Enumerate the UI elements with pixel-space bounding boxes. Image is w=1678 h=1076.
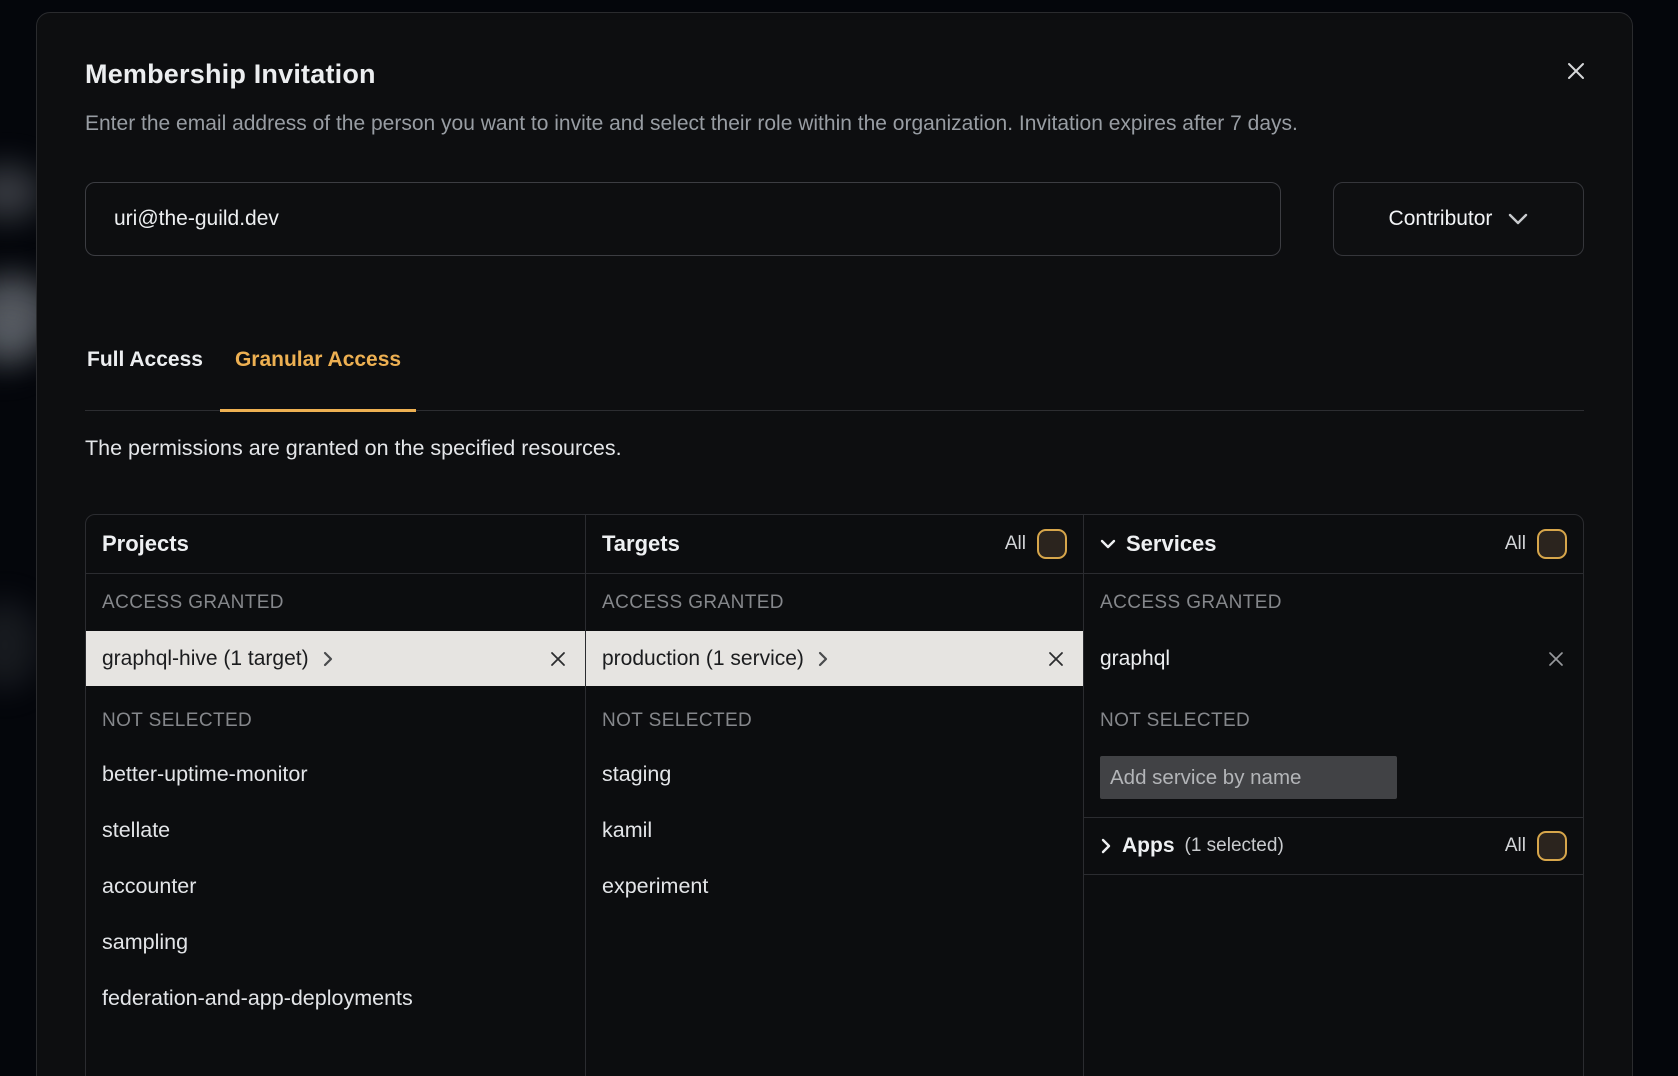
- services-column-header[interactable]: Services All: [1084, 515, 1583, 574]
- services-all-checkbox[interactable]: [1537, 529, 1567, 559]
- access-granted-label: ACCESS GRANTED: [1084, 574, 1583, 631]
- chevron-down-icon: [1100, 539, 1116, 549]
- target-selected-row[interactable]: production (1 service): [586, 631, 1083, 686]
- not-selected-label: NOT SELECTED: [586, 686, 1083, 746]
- role-select[interactable]: Contributor: [1333, 182, 1584, 256]
- project-item[interactable]: better-uptime-monitor: [86, 746, 585, 802]
- page-background: Membership Invitation Enter the email ad…: [0, 0, 1678, 1076]
- chevron-right-icon: [818, 651, 828, 667]
- targets-header-label: Targets: [602, 531, 680, 557]
- tab-granular-access[interactable]: Granular Access: [220, 346, 416, 412]
- project-item[interactable]: stellate: [86, 802, 585, 858]
- permissions-note: The permissions are granted on the speci…: [85, 434, 1584, 462]
- remove-icon: [549, 650, 567, 668]
- chevron-right-icon: [323, 651, 333, 667]
- targets-column: ACCESS GRANTED production (1 service) NO…: [585, 574, 1084, 1076]
- close-icon: [1564, 59, 1588, 83]
- remove-project-button[interactable]: [547, 648, 569, 670]
- chevron-down-icon: [1508, 213, 1528, 225]
- projects-header-label: Projects: [102, 531, 189, 557]
- targets-all-label: All: [1005, 533, 1026, 555]
- target-item[interactable]: staging: [586, 746, 1083, 802]
- services-column: ACCESS GRANTED graphql NOT SELECTED Ap: [1084, 574, 1583, 1076]
- remove-icon: [1547, 650, 1565, 668]
- access-tabs: Full Access Granular Access: [85, 346, 1584, 411]
- email-input[interactable]: [85, 182, 1281, 256]
- target-selected-label: production (1 service): [602, 647, 804, 671]
- apps-row[interactable]: Apps (1 selected) All: [1084, 817, 1583, 875]
- not-selected-label: NOT SELECTED: [86, 686, 585, 746]
- membership-invitation-dialog: Membership Invitation Enter the email ad…: [36, 12, 1633, 1076]
- targets-column-header: Targets All: [585, 515, 1084, 574]
- remove-icon: [1047, 650, 1065, 668]
- close-button[interactable]: [1562, 57, 1590, 85]
- target-item[interactable]: kamil: [586, 802, 1083, 858]
- background-blur: [0, 330, 34, 370]
- dialog-description: Enter the email address of the person yo…: [85, 106, 1385, 142]
- targets-all-checkbox[interactable]: [1037, 529, 1067, 559]
- project-item[interactable]: accounter: [86, 858, 585, 914]
- invite-row: Contributor: [85, 182, 1584, 256]
- service-granted-label: graphql: [1100, 647, 1170, 671]
- project-selected-row[interactable]: graphql-hive (1 target): [86, 631, 585, 686]
- background-blur: [0, 600, 40, 690]
- projects-column-header: Projects: [86, 515, 585, 574]
- not-selected-label: NOT SELECTED: [1084, 686, 1583, 746]
- projects-column: ACCESS GRANTED graphql-hive (1 target) N…: [86, 574, 585, 1076]
- apps-all-checkbox[interactable]: [1537, 831, 1567, 861]
- tab-full-access[interactable]: Full Access: [72, 346, 218, 412]
- apps-count: (1 selected): [1185, 835, 1284, 857]
- target-item[interactable]: experiment: [586, 858, 1083, 914]
- chevron-right-icon: [1100, 837, 1112, 855]
- apps-all-label: All: [1505, 835, 1526, 857]
- add-service-input[interactable]: [1100, 756, 1397, 799]
- apps-empty-area: [1084, 875, 1583, 1076]
- role-select-value: Contributor: [1389, 207, 1493, 231]
- resources-table: Projects Targets All Services All: [85, 514, 1584, 1076]
- project-selected-label: graphql-hive (1 target): [102, 647, 309, 671]
- services-header-label: Services: [1126, 531, 1217, 557]
- remove-service-button[interactable]: [1545, 648, 1567, 670]
- dialog-title: Membership Invitation: [85, 59, 1584, 90]
- service-granted-row: graphql: [1084, 631, 1583, 686]
- remove-target-button[interactable]: [1045, 648, 1067, 670]
- services-all-label: All: [1505, 533, 1526, 555]
- project-item[interactable]: federation-and-app-deployments: [86, 970, 585, 1026]
- access-granted-label: ACCESS GRANTED: [86, 574, 585, 631]
- project-item[interactable]: sampling: [86, 914, 585, 970]
- access-granted-label: ACCESS GRANTED: [586, 574, 1083, 631]
- apps-label: Apps: [1122, 834, 1175, 858]
